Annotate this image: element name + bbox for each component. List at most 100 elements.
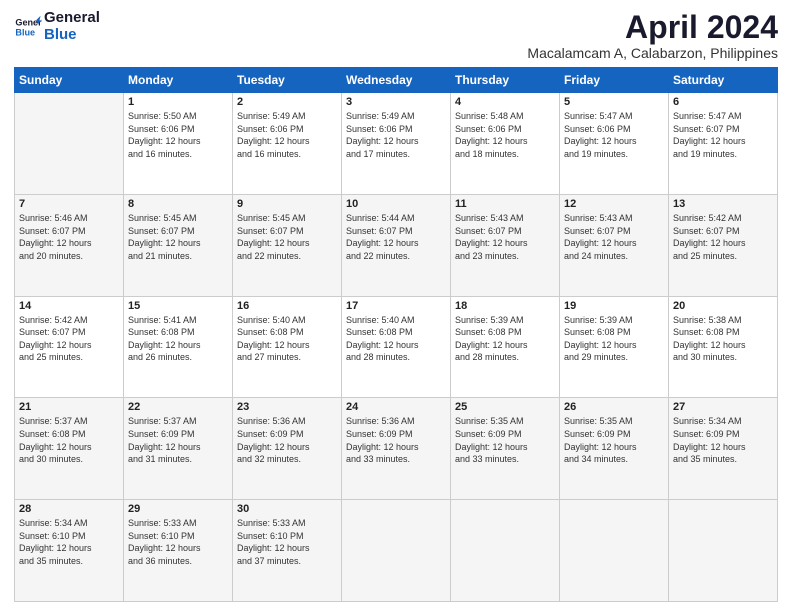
day-info: Sunrise: 5:44 AM Sunset: 6:07 PM Dayligh… [346, 212, 446, 262]
calendar-cell: 23 Sunrise: 5:36 AM Sunset: 6:09 PM Dayli… [233, 398, 342, 500]
calendar-cell: 14 Sunrise: 5:42 AM Sunset: 6:07 PM Dayli… [15, 296, 124, 398]
day-info: Sunrise: 5:39 AM Sunset: 6:08 PM Dayligh… [455, 314, 555, 364]
day-info: Sunrise: 5:42 AM Sunset: 6:07 PM Dayligh… [673, 212, 773, 262]
day-info: Sunrise: 5:47 AM Sunset: 6:06 PM Dayligh… [564, 110, 664, 160]
calendar-cell: 29 Sunrise: 5:33 AM Sunset: 6:10 PM Dayli… [124, 500, 233, 602]
day-number: 8 [128, 198, 228, 210]
logo-general: General [44, 10, 100, 27]
day-number: 28 [19, 503, 119, 515]
day-info: Sunrise: 5:36 AM Sunset: 6:09 PM Dayligh… [237, 415, 337, 465]
day-number: 16 [237, 300, 337, 312]
day-number: 1 [128, 96, 228, 108]
page: General Blue General Blue April 2024 Mac… [0, 0, 792, 612]
day-number: 3 [346, 96, 446, 108]
svg-text:Blue: Blue [15, 27, 35, 37]
calendar-cell [560, 500, 669, 602]
day-number: 17 [346, 300, 446, 312]
calendar-cell [669, 500, 778, 602]
calendar-cell: 1 Sunrise: 5:50 AM Sunset: 6:06 PM Daylig… [124, 93, 233, 195]
calendar-cell: 27 Sunrise: 5:34 AM Sunset: 6:09 PM Dayli… [669, 398, 778, 500]
logo-icon: General Blue [14, 13, 42, 41]
day-number: 23 [237, 401, 337, 413]
day-number: 29 [128, 503, 228, 515]
day-info: Sunrise: 5:33 AM Sunset: 6:10 PM Dayligh… [237, 517, 337, 567]
day-number: 22 [128, 401, 228, 413]
day-info: Sunrise: 5:34 AM Sunset: 6:10 PM Dayligh… [19, 517, 119, 567]
location: Macalamcam A, Calabarzon, Philippines [527, 45, 778, 61]
day-info: Sunrise: 5:40 AM Sunset: 6:08 PM Dayligh… [237, 314, 337, 364]
calendar-cell: 9 Sunrise: 5:45 AM Sunset: 6:07 PM Daylig… [233, 194, 342, 296]
day-info: Sunrise: 5:48 AM Sunset: 6:06 PM Dayligh… [455, 110, 555, 160]
calendar-cell: 17 Sunrise: 5:40 AM Sunset: 6:08 PM Dayli… [342, 296, 451, 398]
calendar-cell: 19Sunrise: 5:39 AM Sunset: 6:08 PM Dayli… [560, 296, 669, 398]
day-info: Sunrise: 5:39 AM Sunset: 6:08 PM Dayligh… [564, 314, 664, 364]
calendar-cell: 24 Sunrise: 5:36 AM Sunset: 6:09 PM Dayli… [342, 398, 451, 500]
day-info: Sunrise: 5:43 AM Sunset: 6:07 PM Dayligh… [455, 212, 555, 262]
calendar-cell: 3 Sunrise: 5:49 AM Sunset: 6:06 PM Daylig… [342, 93, 451, 195]
day-info: Sunrise: 5:37 AM Sunset: 6:08 PM Dayligh… [19, 415, 119, 465]
day-info: Sunrise: 5:50 AM Sunset: 6:06 PM Dayligh… [128, 110, 228, 160]
calendar-cell: 18 Sunrise: 5:39 AM Sunset: 6:08 PM Dayli… [451, 296, 560, 398]
calendar-cell: 30Sunrise: 5:33 AM Sunset: 6:10 PM Dayli… [233, 500, 342, 602]
calendar-cell: 15 Sunrise: 5:41 AM Sunset: 6:08 PM Dayli… [124, 296, 233, 398]
day-info: Sunrise: 5:37 AM Sunset: 6:09 PM Dayligh… [128, 415, 228, 465]
calendar-cell: 26 Sunrise: 5:35 AM Sunset: 6:09 PM Dayli… [560, 398, 669, 500]
day-number: 18 [455, 300, 555, 312]
day-number: 25 [455, 401, 555, 413]
day-info: Sunrise: 5:34 AM Sunset: 6:09 PM Dayligh… [673, 415, 773, 465]
day-number: 26 [564, 401, 664, 413]
day-info: Sunrise: 5:43 AM Sunset: 6:07 PM Dayligh… [564, 212, 664, 262]
day-number: 24 [346, 401, 446, 413]
col-header-thursday: Thursday [451, 68, 560, 93]
calendar-cell: 21 Sunrise: 5:37 AM Sunset: 6:08 PM Dayli… [15, 398, 124, 500]
month-title: April 2024 [527, 10, 778, 45]
calendar-cell [15, 93, 124, 195]
day-number: 7 [19, 198, 119, 210]
day-number: 27 [673, 401, 773, 413]
col-header-saturday: Saturday [669, 68, 778, 93]
day-number: 13 [673, 198, 773, 210]
day-info: Sunrise: 5:33 AM Sunset: 6:10 PM Dayligh… [128, 517, 228, 567]
calendar-cell: 28 Sunrise: 5:34 AM Sunset: 6:10 PM Dayli… [15, 500, 124, 602]
col-header-sunday: Sunday [15, 68, 124, 93]
calendar-cell: 7 Sunrise: 5:46 AM Sunset: 6:07 PM Daylig… [15, 194, 124, 296]
day-info: Sunrise: 5:40 AM Sunset: 6:08 PM Dayligh… [346, 314, 446, 364]
calendar-cell: 25 Sunrise: 5:35 AM Sunset: 6:09 PM Dayli… [451, 398, 560, 500]
calendar-cell: 2Sunrise: 5:49 AM Sunset: 6:06 PM Daylig… [233, 93, 342, 195]
day-number: 4 [455, 96, 555, 108]
title-block: April 2024 Macalamcam A, Calabarzon, Phi… [527, 10, 778, 61]
day-info: Sunrise: 5:45 AM Sunset: 6:07 PM Dayligh… [128, 212, 228, 262]
logo-text: General Blue [44, 10, 100, 43]
day-info: Sunrise: 5:41 AM Sunset: 6:08 PM Dayligh… [128, 314, 228, 364]
calendar-cell: 20Sunrise: 5:38 AM Sunset: 6:08 PM Dayli… [669, 296, 778, 398]
day-info: Sunrise: 5:46 AM Sunset: 6:07 PM Dayligh… [19, 212, 119, 262]
calendar-cell: 22 Sunrise: 5:37 AM Sunset: 6:09 PM Dayli… [124, 398, 233, 500]
day-info: Sunrise: 5:36 AM Sunset: 6:09 PM Dayligh… [346, 415, 446, 465]
calendar-cell: 5Sunrise: 5:47 AM Sunset: 6:06 PM Daylig… [560, 93, 669, 195]
day-number: 12 [564, 198, 664, 210]
day-number: 9 [237, 198, 337, 210]
calendar-cell: 8 Sunrise: 5:45 AM Sunset: 6:07 PM Daylig… [124, 194, 233, 296]
calendar-cell: 6Sunrise: 5:47 AM Sunset: 6:07 PM Daylig… [669, 93, 778, 195]
col-header-wednesday: Wednesday [342, 68, 451, 93]
calendar-cell: 10 Sunrise: 5:44 AM Sunset: 6:07 PM Dayli… [342, 194, 451, 296]
day-number: 2 [237, 96, 337, 108]
day-info: Sunrise: 5:35 AM Sunset: 6:09 PM Dayligh… [564, 415, 664, 465]
calendar-cell [342, 500, 451, 602]
day-info: Sunrise: 5:38 AM Sunset: 6:08 PM Dayligh… [673, 314, 773, 364]
header: General Blue General Blue April 2024 Mac… [14, 10, 778, 61]
day-info: Sunrise: 5:35 AM Sunset: 6:09 PM Dayligh… [455, 415, 555, 465]
col-header-monday: Monday [124, 68, 233, 93]
day-info: Sunrise: 5:42 AM Sunset: 6:07 PM Dayligh… [19, 314, 119, 364]
logo: General Blue General Blue [14, 10, 100, 43]
day-number: 21 [19, 401, 119, 413]
day-number: 10 [346, 198, 446, 210]
day-info: Sunrise: 5:45 AM Sunset: 6:07 PM Dayligh… [237, 212, 337, 262]
day-number: 14 [19, 300, 119, 312]
calendar-cell: 16 Sunrise: 5:40 AM Sunset: 6:08 PM Dayli… [233, 296, 342, 398]
day-number: 15 [128, 300, 228, 312]
day-info: Sunrise: 5:47 AM Sunset: 6:07 PM Dayligh… [673, 110, 773, 160]
day-info: Sunrise: 5:49 AM Sunset: 6:06 PM Dayligh… [346, 110, 446, 160]
calendar-cell: 11Sunrise: 5:43 AM Sunset: 6:07 PM Dayli… [451, 194, 560, 296]
calendar-cell [451, 500, 560, 602]
